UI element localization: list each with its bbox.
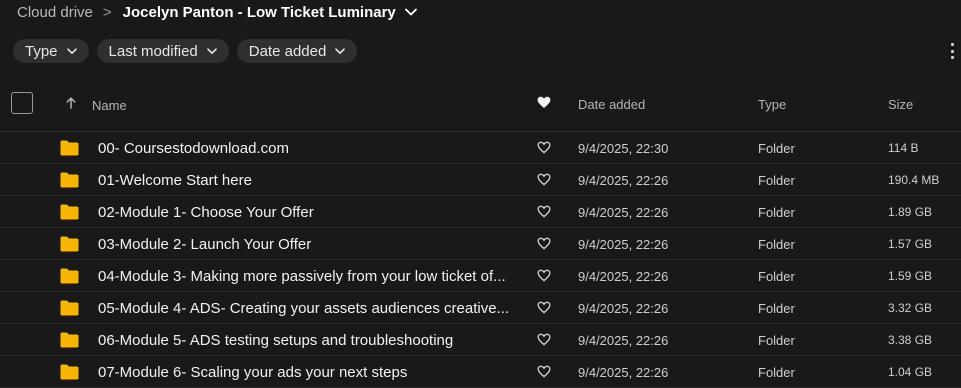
table-row[interactable]: 00- Coursestodownload.com 9/4/2025, 22:3… (0, 132, 961, 164)
chevron-down-icon (66, 47, 77, 55)
breadcrumb-root-link[interactable]: Cloud drive (17, 4, 93, 21)
row-date-added: 9/4/2025, 22:26 (578, 365, 669, 380)
chevron-down-icon (206, 47, 217, 55)
row-date-added: 9/4/2025, 22:26 (578, 333, 669, 348)
folder-icon (60, 300, 79, 321)
table-row[interactable]: 01-Welcome Start here 9/4/2025, 22:26 Fo… (0, 164, 961, 196)
row-type: Folder (758, 269, 795, 284)
breadcrumb-current-folder[interactable]: Jocelyn Panton - Low Ticket Luminary (123, 4, 396, 21)
heart-icon[interactable] (537, 141, 551, 159)
table-row[interactable]: 05-Module 4- ADS- Creating your assets a… (0, 292, 961, 324)
table-header: Name Date added Type Size (0, 82, 961, 132)
table-row[interactable]: 07-Module 6- Scaling your ads your next … (0, 356, 961, 388)
file-list: 00- Coursestodownload.com 9/4/2025, 22:3… (0, 132, 961, 388)
row-name: 01-Welcome Start here (98, 172, 252, 189)
table-row[interactable]: 04-Module 3- Making more passively from … (0, 260, 961, 292)
row-size: 3.32 GB (888, 301, 933, 315)
row-type: Folder (758, 141, 795, 156)
row-date-added: 9/4/2025, 22:26 (578, 269, 669, 284)
row-name: 04-Module 3- Making more passively from … (98, 268, 506, 285)
filter-label: Date added (248, 42, 327, 60)
row-name: 00- Coursestodownload.com (98, 140, 289, 157)
row-name: 07-Module 6- Scaling your ads your next … (98, 364, 408, 381)
row-type: Folder (758, 333, 795, 348)
filter-bar: Type Last modified Date added (13, 39, 358, 63)
more-options-icon[interactable] (951, 43, 961, 59)
row-date-added: 9/4/2025, 22:26 (578, 301, 669, 316)
table-row[interactable]: 06-Module 5- ADS testing setups and trou… (0, 324, 961, 356)
row-name: 02-Module 1- Choose Your Offer (98, 204, 314, 221)
table-row[interactable]: 03-Module 2- Launch Your Offer 9/4/2025,… (0, 228, 961, 260)
folder-icon (60, 204, 79, 225)
filter-type-button[interactable]: Type (13, 39, 89, 63)
row-date-added: 9/4/2025, 22:26 (578, 205, 669, 220)
column-header-type[interactable]: Type (758, 97, 786, 112)
folder-icon (60, 140, 79, 161)
heart-icon[interactable] (537, 333, 551, 351)
row-name: 05-Module 4- ADS- Creating your assets a… (98, 300, 510, 317)
column-header-name[interactable]: Name (92, 98, 127, 113)
row-date-added: 9/4/2025, 22:26 (578, 237, 669, 252)
row-name: 06-Module 5- ADS testing setups and trou… (98, 332, 454, 349)
row-date-added: 9/4/2025, 22:26 (578, 173, 669, 188)
filter-date-added-button[interactable]: Date added (236, 39, 358, 63)
row-size: 1.57 GB (888, 237, 933, 251)
heart-icon[interactable] (537, 96, 551, 114)
row-type: Folder (758, 173, 795, 188)
filter-label: Type (25, 42, 58, 60)
heart-icon[interactable] (537, 365, 551, 383)
heart-icon[interactable] (537, 205, 551, 223)
row-type: Folder (758, 205, 795, 220)
chevron-down-icon[interactable] (404, 8, 417, 16)
heart-icon[interactable] (537, 237, 551, 255)
arrow-up-icon[interactable] (66, 96, 76, 114)
row-type: Folder (758, 365, 795, 380)
breadcrumb-separator: > (102, 3, 112, 21)
folder-icon (60, 236, 79, 257)
filter-last-modified-button[interactable]: Last modified (96, 39, 229, 63)
heart-icon[interactable] (537, 301, 551, 319)
heart-icon[interactable] (537, 269, 551, 287)
row-size: 190.4 MB (888, 173, 940, 187)
row-size: 3.38 GB (888, 333, 933, 347)
row-type: Folder (758, 301, 795, 316)
folder-icon (60, 172, 79, 193)
folder-icon (60, 332, 79, 353)
breadcrumb: Cloud drive > Jocelyn Panton - Low Ticke… (17, 0, 417, 24)
row-size: 1.59 GB (888, 269, 933, 283)
table-row[interactable]: 02-Module 1- Choose Your Offer 9/4/2025,… (0, 196, 961, 228)
heart-icon[interactable] (537, 173, 551, 191)
folder-icon (60, 268, 79, 289)
row-size: 1.04 GB (888, 365, 933, 379)
column-header-size[interactable]: Size (888, 97, 913, 112)
filter-label: Last modified (108, 42, 198, 60)
folder-icon (60, 364, 79, 385)
row-date-added: 9/4/2025, 22:30 (578, 141, 669, 156)
row-size: 1.89 GB (888, 205, 933, 219)
row-type: Folder (758, 237, 795, 252)
select-all-checkbox[interactable] (11, 92, 33, 114)
chevron-down-icon (335, 47, 346, 55)
row-name: 03-Module 2- Launch Your Offer (98, 236, 312, 253)
column-header-date-added[interactable]: Date added (578, 97, 645, 112)
row-size: 114 B (888, 141, 919, 155)
